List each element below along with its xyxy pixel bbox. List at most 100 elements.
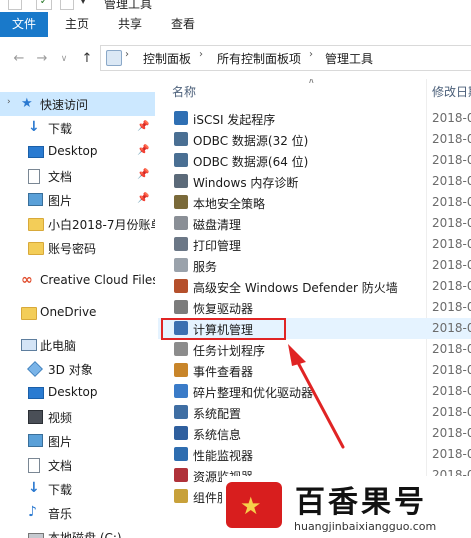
nav-item-label: Creative Cloud Files: [40, 273, 155, 287]
admin-tool-icon: [174, 363, 188, 377]
file-date: 2018-0: [432, 174, 471, 188]
file-row[interactable]: 性能监视器 2018-0: [158, 444, 471, 465]
file-row[interactable]: 事件查看器 2018-0: [158, 360, 471, 381]
file-date: 2018-0: [432, 321, 471, 335]
file-name: ODBC 数据源(64 位): [193, 155, 309, 169]
tab-view[interactable]: 查看: [156, 12, 210, 37]
file-name: 碎片整理和优化驱动器: [193, 386, 314, 400]
file-row[interactable]: 服务 2018-0: [158, 255, 471, 276]
column-header-date[interactable]: 修改日期: [432, 83, 471, 101]
file-row[interactable]: 系统配置 2018-0: [158, 402, 471, 423]
file-date: 2018-0: [432, 216, 471, 230]
nav-item-downloads-pc[interactable]: ↓ 下载: [0, 477, 155, 501]
file-date: 2018-0: [432, 300, 471, 314]
nav-item-this-pc[interactable]: 此电脑: [0, 333, 155, 357]
nav-item-creative-cloud[interactable]: ∞ Creative Cloud Files: [0, 269, 155, 293]
file-row[interactable]: 碎片整理和优化驱动器 2018-0: [158, 381, 471, 402]
quick-access-properties-icon[interactable]: [8, 0, 22, 10]
nav-item-label: 下载: [48, 122, 73, 136]
nav-item-folder-bill[interactable]: 小白2018-7月份账单: [0, 212, 155, 236]
nav-item-desktop[interactable]: Desktop 📌: [0, 140, 155, 164]
file-row[interactable]: 高级安全 Windows Defender 防火墙 2018-0: [158, 276, 471, 297]
file-row[interactable]: ODBC 数据源(64 位) 2018-0: [158, 150, 471, 171]
nav-item-desktop-pc[interactable]: Desktop: [0, 381, 155, 405]
title-bar: ✓ ▼ 管理工具: [0, 0, 471, 12]
file-name: 事件查看器: [193, 365, 254, 379]
navigation-pane: › ★ 快速访问 ↓ 下载 📌 Desktop 📌 文档 📌 图片 📌 小白20…: [0, 79, 155, 538]
admin-tool-icon: [174, 426, 188, 440]
column-header-name[interactable]: 名称 ∧: [172, 79, 315, 101]
nav-item-local-disk[interactable]: 本地磁盘 (C:): [0, 525, 155, 538]
nav-item-music[interactable]: ♪ 音乐: [0, 501, 155, 525]
admin-tool-icon: [174, 342, 188, 356]
nav-item-3d-objects[interactable]: 3D 对象: [0, 357, 155, 381]
breadcrumb-separator-icon[interactable]: ›: [199, 49, 203, 60]
nav-item-folder-passwords[interactable]: 账号密码: [0, 236, 155, 260]
nav-item-label: 下载: [48, 483, 73, 497]
admin-tool-icon: [174, 216, 188, 230]
drive-icon: [28, 533, 44, 538]
file-date: 2018-0: [432, 363, 471, 377]
nav-item-pictures[interactable]: 图片 📌: [0, 188, 155, 212]
nav-item-label: 图片: [48, 194, 73, 208]
tab-home[interactable]: 主页: [50, 12, 104, 37]
document-icon: [28, 458, 40, 473]
nav-item-pictures-pc[interactable]: 图片: [0, 429, 155, 453]
admin-tool-icon: [174, 405, 188, 419]
file-row[interactable]: 恢复驱动器 2018-0: [158, 297, 471, 318]
nav-item-label: 小白2018-7月份账单: [48, 218, 155, 232]
nav-item-videos[interactable]: 视频: [0, 405, 155, 429]
nav-item-downloads[interactable]: ↓ 下载 📌: [0, 116, 155, 140]
download-icon: ↓: [28, 119, 40, 135]
nav-item-label: 视频: [48, 411, 73, 425]
nav-item-label: 文档: [48, 170, 73, 184]
nav-item-label: 图片: [48, 435, 73, 449]
quick-access-new-folder-icon[interactable]: [60, 0, 74, 10]
tab-share[interactable]: 共享: [104, 12, 156, 37]
forward-arrow-icon[interactable]: →: [33, 50, 51, 68]
file-row[interactable]: iSCSI 发起程序 2018-0: [158, 108, 471, 129]
file-row[interactable]: 本地安全策略 2018-0: [158, 192, 471, 213]
nav-item-label: Desktop: [48, 385, 98, 399]
breadcrumb-separator-icon[interactable]: ›: [125, 49, 129, 60]
address-bar[interactable]: › 控制面板 › 所有控制面板项 › 管理工具: [100, 45, 471, 71]
quick-access-dropdown-icon[interactable]: ▼: [80, 0, 86, 5]
nav-item-documents[interactable]: 文档 📌: [0, 164, 155, 188]
breadcrumb-control-panel[interactable]: 控制面板: [143, 50, 191, 67]
file-date: 2018-0: [432, 132, 471, 146]
pin-icon: 📌: [137, 169, 150, 180]
annotation-highlight-box: [161, 318, 286, 340]
quick-access-checkmark-icon[interactable]: ✓: [36, 0, 52, 10]
folder-icon: [28, 218, 44, 231]
breadcrumb-all-items[interactable]: 所有控制面板项: [217, 50, 301, 67]
breadcrumb-admin-tools[interactable]: 管理工具: [325, 50, 373, 67]
file-row[interactable]: Windows 内存诊断 2018-0: [158, 171, 471, 192]
file-name: Windows 内存诊断: [193, 176, 299, 190]
tab-file[interactable]: 文件: [0, 12, 48, 37]
admin-tool-icon: [174, 468, 188, 482]
file-row[interactable]: 打印管理 2018-0: [158, 234, 471, 255]
document-icon: [28, 169, 40, 184]
pin-icon: 📌: [137, 193, 150, 204]
sort-ascending-icon: ∧: [308, 79, 315, 86]
up-arrow-icon[interactable]: ↑: [78, 50, 96, 68]
file-row[interactable]: 磁盘清理 2018-0: [158, 213, 471, 234]
expand-chevron-icon[interactable]: ›: [7, 97, 11, 107]
file-list: 名称 ∧ 修改日期 iSCSI 发起程序2018-0ODBC 数据源(32 位)…: [158, 79, 471, 538]
file-row[interactable]: 任务计划程序 2018-0: [158, 339, 471, 360]
admin-tool-icon: [174, 195, 188, 209]
nav-item-quick-access[interactable]: › ★ 快速访问: [0, 92, 155, 116]
watermark-url: huangjinbaixiangguo.com: [294, 520, 437, 533]
admin-tool-icon: [174, 489, 188, 503]
nav-item-onedrive[interactable]: OneDrive: [0, 301, 155, 325]
file-row[interactable]: 系统信息 2018-0: [158, 423, 471, 444]
watermark: ★ 百香果号 huangjinbaixiangguo.com: [222, 476, 471, 538]
breadcrumb-separator-icon[interactable]: ›: [309, 49, 313, 60]
nav-item-documents-pc[interactable]: 文档: [0, 453, 155, 477]
music-icon: ♪: [28, 504, 37, 520]
file-row[interactable]: ODBC 数据源(32 位) 2018-0: [158, 129, 471, 150]
star-icon: ★: [21, 96, 33, 111]
file-name: 本地安全策略: [193, 197, 266, 211]
back-arrow-icon[interactable]: ←: [10, 50, 28, 68]
recent-locations-chevron-icon[interactable]: ∨: [55, 50, 73, 68]
